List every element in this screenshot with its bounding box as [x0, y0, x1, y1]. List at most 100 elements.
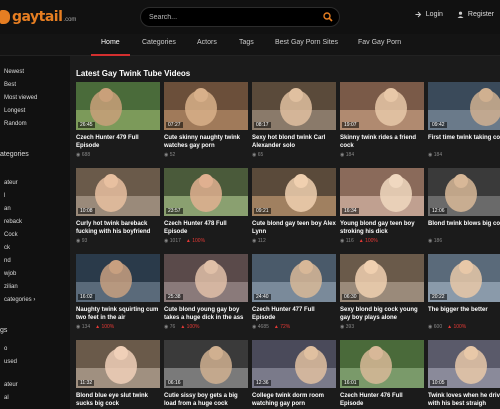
- video-thumbnail[interactable]: 06:30: [340, 254, 424, 302]
- video-title[interactable]: Sexy hot blond twink Carl Alexander solo: [252, 134, 336, 150]
- video-card[interactable]: 06:16 Cutie sissy boy gets a big load fro…: [164, 340, 248, 409]
- video-thumbnail[interactable]: 06:16: [164, 340, 248, 388]
- video-title[interactable]: Czech Hunter 476 Full Episode: [340, 392, 424, 408]
- video-thumbnail[interactable]: 09:42: [428, 82, 500, 130]
- video-thumbnail[interactable]: 07:27: [164, 82, 248, 130]
- video-thumbnail[interactable]: 12:06: [428, 168, 500, 216]
- register-link[interactable]: Register: [457, 11, 494, 18]
- video-title[interactable]: First time twink taking co: [428, 134, 500, 150]
- video-duration: 09:21: [254, 208, 271, 214]
- sidebar-category[interactable]: an: [4, 206, 11, 212]
- login-link[interactable]: Login: [415, 11, 443, 18]
- video-card[interactable]: 25:38 Cute blond young gay boy takes a hu…: [164, 254, 248, 330]
- sidebar-sort-random[interactable]: Random: [4, 121, 27, 127]
- video-thumbnail[interactable]: 16:34: [340, 168, 424, 216]
- video-title[interactable]: Czech Hunter 479 Full Episode: [76, 134, 160, 150]
- video-thumbnail[interactable]: 16:02: [76, 254, 160, 302]
- video-card[interactable]: 10:08 Curly hot twink bareback fucking wi…: [76, 168, 160, 244]
- video-title[interactable]: Cute blond gay teen boy Alex Lynn: [252, 220, 336, 236]
- video-thumbnail[interactable]: 24:40: [252, 254, 336, 302]
- video-card[interactable]: 10:05 Twink loves when he driv out with h…: [428, 340, 500, 409]
- nav-best-sites[interactable]: Best Gay Porn Sites: [275, 39, 338, 46]
- video-card[interactable]: 08:17 Sexy hot blond twink Carl Alexander…: [252, 82, 336, 158]
- video-thumbnail[interactable]: 23:57: [164, 168, 248, 216]
- video-title[interactable]: College twink dorm room watching gay por…: [252, 392, 336, 408]
- sidebar-sort-best[interactable]: Best: [4, 82, 16, 88]
- video-thumbnail[interactable]: 20:22: [428, 254, 500, 302]
- sidebar-sort-longest[interactable]: Longest: [4, 108, 25, 114]
- video-title[interactable]: Czech Hunter 478 Full Episode: [164, 220, 248, 236]
- video-card[interactable]: 07:27 Cute skinny naughty twink watches g…: [164, 82, 248, 158]
- sidebar-category[interactable]: wjob: [4, 271, 16, 277]
- sidebar-tag[interactable]: al: [4, 395, 9, 401]
- nav-fav-porn[interactable]: Fav Gay Porn: [358, 39, 401, 46]
- video-thumbnail[interactable]: 08:17: [252, 82, 336, 130]
- video-thumbnail[interactable]: 25:38: [164, 254, 248, 302]
- video-card[interactable]: 23:57 Czech Hunter 478 Full Episode ◉ 1017…: [164, 168, 248, 244]
- video-thumbnail[interactable]: 11:32: [76, 340, 160, 388]
- nav-tags[interactable]: Tags: [239, 39, 254, 46]
- video-thumbnail[interactable]: 19:07: [340, 82, 424, 130]
- video-title[interactable]: Blond twink blows big co: [428, 220, 500, 236]
- video-card[interactable]: 16:02 Naughty twink squirting cum two fee…: [76, 254, 160, 330]
- video-thumbnail[interactable]: 16:01: [340, 340, 424, 388]
- video-thumbnail[interactable]: 10:05: [428, 340, 500, 388]
- nav-actors[interactable]: Actors: [197, 39, 217, 46]
- video-title[interactable]: Twink loves when he driv out with his be…: [428, 392, 500, 408]
- sidebar-tag[interactable]: ateur: [4, 382, 18, 388]
- video-card[interactable]: 12:36 College twink dorm room watching ga…: [252, 340, 336, 409]
- sidebar: Newest Best Most viewed Longest Random a…: [0, 56, 70, 409]
- video-title[interactable]: Cute blond young gay boy takes a huge di…: [164, 306, 248, 322]
- video-thumbnail[interactable]: 26:45: [76, 82, 160, 130]
- sidebar-tag[interactable]: o: [4, 346, 7, 352]
- search-input[interactable]: [141, 8, 317, 26]
- video-card[interactable]: 19:07 Skinny twink rides a friend cock ◉ 1…: [340, 82, 424, 158]
- video-title[interactable]: Blond blue eye slut twink sucks big cock: [76, 392, 160, 408]
- search-button[interactable]: [317, 8, 339, 26]
- video-duration: 24:40: [254, 294, 271, 300]
- video-rating: ▲ 100%: [180, 324, 200, 330]
- video-title[interactable]: Czech Hunter 477 Full Episode: [252, 306, 336, 322]
- video-title[interactable]: Naughty twink squirting cum two feet in …: [76, 306, 160, 322]
- video-title[interactable]: Young blond gay teen boy stroking his di…: [340, 220, 424, 236]
- video-title[interactable]: Curly hot twink bareback fucking with hi…: [76, 220, 160, 236]
- video-card[interactable]: 11:32 Blond blue eye slut twink sucks big…: [76, 340, 160, 409]
- video-card[interactable]: 26:45 Czech Hunter 479 Full Episode ◉ 688: [76, 82, 160, 158]
- eye-icon: ◉: [428, 324, 434, 330]
- nav-categories[interactable]: Categories: [142, 39, 176, 46]
- video-card[interactable]: 16:01 Czech Hunter 476 Full Episode: [340, 340, 424, 409]
- video-title[interactable]: Sexy blond big cock young gay boy plays …: [340, 306, 424, 322]
- video-card[interactable]: 24:40 Czech Hunter 477 Full Episode ◉ 4685…: [252, 254, 336, 330]
- video-card[interactable]: 20:22 The bigger the better ◉ 600 ▲ 100%: [428, 254, 500, 330]
- video-thumbnail[interactable]: 09:21: [252, 168, 336, 216]
- sidebar-category[interactable]: ck: [4, 245, 10, 251]
- sidebar-sort-most-viewed[interactable]: Most viewed: [4, 95, 37, 101]
- video-stats: ◉ 1017 ▲ 100%: [164, 238, 248, 244]
- video-title[interactable]: Cutie sissy boy gets a big load from a h…: [164, 392, 248, 408]
- video-views: ◉ 134: [76, 324, 91, 330]
- register-label: Register: [467, 11, 494, 18]
- sidebar-sort-newest[interactable]: Newest: [4, 69, 24, 75]
- sidebar-tag[interactable]: used: [4, 359, 17, 365]
- video-title[interactable]: Skinny twink rides a friend cock: [340, 134, 424, 150]
- sidebar-all-categories[interactable]: categories ›: [4, 297, 35, 303]
- sidebar-category[interactable]: nd: [4, 258, 11, 264]
- video-card[interactable]: 06:30 Sexy blond big cock young gay boy p…: [340, 254, 424, 330]
- sidebar-category[interactable]: Cock: [4, 232, 18, 238]
- sidebar-category[interactable]: ateur: [4, 180, 18, 186]
- video-card[interactable]: 12:06 Blond twink blows big co ◉ 186: [428, 168, 500, 244]
- video-title[interactable]: Cute skinny naughty twink watches gay po…: [164, 134, 248, 150]
- video-card[interactable]: 09:21 Cute blond gay teen boy Alex Lynn ◉ …: [252, 168, 336, 244]
- video-thumbnail[interactable]: 12:36: [252, 340, 336, 388]
- sidebar-category[interactable]: reback: [4, 219, 22, 225]
- video-thumbnail[interactable]: 10:08: [76, 168, 160, 216]
- sidebar-category[interactable]: l: [4, 193, 5, 199]
- eye-icon: ◉: [428, 238, 434, 244]
- nav-home[interactable]: Home: [101, 39, 120, 46]
- site-logo[interactable]: gaytail .com: [0, 7, 76, 27]
- video-card[interactable]: 09:42 First time twink taking co ◉ 184: [428, 82, 500, 158]
- video-card[interactable]: 16:34 Young blond gay teen boy stroking h…: [340, 168, 424, 244]
- sidebar-category[interactable]: zilian: [4, 284, 18, 290]
- video-stats: ◉ 76 ▲ 100%: [164, 324, 248, 330]
- video-title[interactable]: The bigger the better: [428, 306, 500, 322]
